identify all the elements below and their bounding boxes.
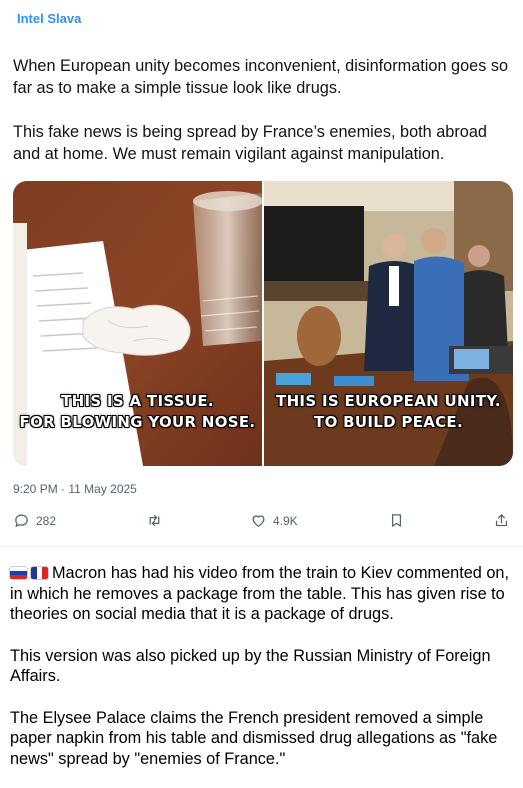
- caption-line: THIS IS A TISSUE.: [61, 392, 214, 410]
- meeting-caption: THIS IS EUROPEAN UNITY. TO BUILD PEACE.: [264, 391, 513, 433]
- divider: [0, 546, 523, 547]
- bookmark-icon: [391, 514, 402, 527]
- caption-line: TO BUILD PEACE.: [314, 413, 463, 431]
- channel-name[interactable]: Intel Slava: [17, 11, 81, 26]
- bookmark-button[interactable]: [388, 512, 405, 529]
- flag-france-icon: [31, 567, 48, 579]
- post-paragraph-text: Macron has had his video from the train …: [10, 564, 510, 623]
- reply-icon: [15, 514, 28, 527]
- caption-line: FOR BLOWING YOUR NOSE.: [19, 413, 256, 431]
- tissue-photo[interactable]: THIS IS A TISSUE. FOR BLOWING YOUR NOSE.: [13, 181, 262, 466]
- tweet-actions: 282 4.9K: [13, 512, 513, 538]
- like-button[interactable]: 4.9K: [250, 512, 298, 529]
- post-paragraph: This version was also picked up by the R…: [10, 646, 491, 686]
- flag-russia-icon: [10, 567, 27, 579]
- tweet-timestamp[interactable]: 9:20 PM · 11 May 2025: [13, 482, 137, 496]
- tweet-paragraph: When European unity becomes inconvenient…: [13, 57, 509, 97]
- tissue-caption: THIS IS A TISSUE. FOR BLOWING YOUR NOSE.: [13, 391, 262, 433]
- caption-line: THIS IS EUROPEAN UNITY.: [276, 392, 501, 410]
- share-button[interactable]: [493, 512, 510, 529]
- reply-count: 282: [36, 513, 57, 528]
- post-text: Macron has had his video from the train …: [10, 563, 515, 769]
- meeting-photo[interactable]: THIS IS EUROPEAN UNITY. TO BUILD PEACE.: [264, 181, 513, 466]
- retweet-icon: [149, 514, 160, 527]
- like-count: 4.9K: [273, 513, 298, 528]
- post-paragraph: The Elysee Palace claims the French pres…: [10, 708, 498, 768]
- share-icon: [495, 514, 508, 527]
- retweet-button[interactable]: [146, 512, 163, 529]
- heart-icon: [252, 515, 265, 527]
- post-paragraph: Macron has had his video from the train …: [10, 563, 515, 625]
- tweet-paragraph: This fake news is being spread by France…: [13, 123, 487, 163]
- reply-button[interactable]: 282: [13, 512, 56, 529]
- tweet-media[interactable]: THIS IS A TISSUE. FOR BLOWING YOUR NOSE.: [13, 181, 513, 466]
- tweet-text: When European unity becomes inconvenient…: [13, 55, 513, 165]
